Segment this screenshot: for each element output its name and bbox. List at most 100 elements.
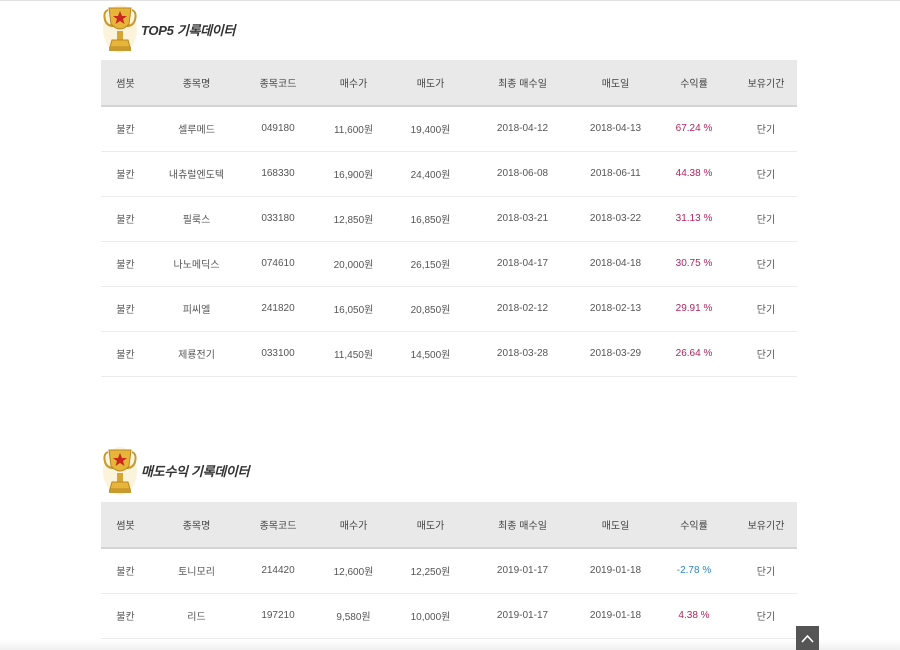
cell-return: 4.38 %: [678, 610, 710, 621]
cell-name: 나노메딕스: [173, 260, 220, 271]
table-row: 불칸 제룡전기 033100 11,450원 14,500원 2018-03-2…: [101, 331, 797, 376]
cell-period: 단기: [756, 125, 776, 137]
cell-code: 241820: [261, 303, 295, 314]
cell-last-buy-date: 2019-01-17: [496, 610, 549, 621]
top-divider: [0, 0, 900, 1]
cell-code: 197210: [261, 610, 295, 621]
col-header-bot: 썸봇: [101, 60, 150, 107]
sell-profit-table: 썸봇 종목명 종목코드 매수가 매도가 최종 매수일 매도일 수익률 보유기간 …: [101, 502, 797, 639]
cell-buy-price: 12,850원: [333, 215, 374, 226]
cell-name: 리드: [187, 612, 206, 623]
cell-period: 단기: [756, 350, 776, 361]
cell-code: 214420: [261, 565, 295, 577]
cell-sell-price: 16,850원: [410, 215, 451, 226]
cell-period: 단기: [756, 170, 776, 181]
cell-return: -2.78 %: [676, 565, 712, 577]
cell-name: 필룩스: [182, 215, 211, 226]
cell-return: 26.64 %: [675, 348, 713, 359]
table-row: 불칸 나노메딕스 074610 20,000원 26,150원 2018-04-…: [101, 241, 797, 286]
cell-return: 67.24 %: [675, 123, 713, 135]
cell-sell-date: 2018-03-29: [589, 348, 642, 359]
sell-profit-section: 매도수익 기록데이터 썸봇 종목명 종목코드 매수가 매도가 최종 매수일 매도…: [101, 444, 797, 639]
cell-last-buy-date: 2018-04-17: [496, 258, 549, 269]
top5-table: 썸봇 종목명 종목코드 매수가 매도가 최종 매수일 매도일 수익률 보유기간 …: [101, 60, 797, 377]
cell-return: 31.13 %: [675, 213, 713, 224]
cell-buy-price: 12,600원: [333, 567, 374, 579]
col-header-sell-price: 매도가: [394, 60, 467, 107]
cell-last-buy-date: 2019-01-17: [496, 565, 549, 577]
cell-code: 168330: [261, 168, 295, 179]
cell-bot: 불칸: [116, 612, 135, 623]
col-header-code: 종목코드: [243, 60, 313, 107]
cell-bot: 불칸: [116, 305, 135, 316]
cell-buy-price: 16,050원: [333, 305, 374, 316]
cell-last-buy-date: 2018-06-08: [496, 168, 549, 179]
cell-code: 049180: [261, 123, 295, 135]
table-header-row: 썸봇 종목명 종목코드 매수가 매도가 최종 매수일 매도일 수익률 보유기간: [101, 502, 797, 549]
cell-sell-price: 19,400원: [410, 125, 451, 137]
cell-sell-date: 2019-01-18: [589, 610, 642, 621]
cell-sell-date: 2018-03-22: [589, 213, 642, 224]
cell-buy-price: 16,900원: [333, 170, 374, 181]
cell-sell-date: 2018-04-18: [589, 258, 642, 269]
trophy-icon: [103, 5, 137, 53]
cell-sell-price: 12,250원: [410, 567, 451, 579]
table-row: 불칸 피씨엘 241820 16,050원 20,850원 2018-02-12…: [101, 286, 797, 331]
cell-code: 033100: [261, 348, 295, 359]
chevron-up-icon: [801, 634, 814, 643]
trophy-icon: [103, 447, 137, 495]
col-header-buy-price: 매수가: [313, 60, 394, 107]
cell-last-buy-date: 2018-03-21: [496, 213, 549, 224]
cell-name: 제룡전기: [178, 350, 215, 361]
scroll-to-top-button[interactable]: [796, 626, 819, 650]
col-header-code: 종목코드: [243, 502, 313, 549]
top5-section: TOP5 기록데이터 썸봇 종목명 종목코드 매수가 매도가 최종 매수일 매도…: [101, 2, 797, 377]
cell-period: 단기: [756, 612, 776, 623]
col-header-name: 종목명: [150, 502, 243, 549]
col-header-buy-price: 매수가: [313, 502, 394, 549]
cell-return: 44.38 %: [675, 168, 713, 179]
cell-bot: 불칸: [116, 350, 135, 361]
col-header-sell-date: 매도일: [578, 502, 653, 549]
col-header-name: 종목명: [150, 60, 243, 107]
section-header: TOP5 기록데이터: [101, 2, 797, 60]
cell-period: 단기: [756, 567, 776, 579]
cell-period: 단기: [756, 215, 776, 226]
section-title: 매도수익 기록데이터: [141, 464, 250, 479]
col-header-last-buy-date: 최종 매수일: [467, 502, 578, 549]
cell-sell-date: 2018-04-13: [589, 123, 642, 135]
table-row: 불칸 필룩스 033180 12,850원 16,850원 2018-03-21…: [101, 196, 797, 241]
cell-name: 내츄럴엔도텍: [168, 170, 225, 181]
col-header-return: 수익률: [653, 60, 735, 107]
cell-period: 단기: [756, 260, 776, 271]
cell-sell-price: 24,400원: [410, 170, 451, 181]
col-header-period: 보유기간: [735, 60, 797, 107]
cell-name: 토니모리: [178, 567, 215, 579]
cell-buy-price: 11,450원: [333, 350, 374, 361]
cell-sell-price: 26,150원: [410, 260, 451, 271]
cell-bot: 불칸: [116, 125, 135, 137]
cell-sell-date: 2018-02-13: [589, 303, 642, 314]
section-title: TOP5 기록데이터: [141, 23, 236, 38]
cell-name: 셀루메드: [178, 125, 215, 137]
cell-bot: 불칸: [116, 567, 135, 579]
cell-sell-price: 14,500원: [410, 350, 451, 361]
bottom-fade: [0, 640, 900, 650]
cell-bot: 불칸: [116, 170, 135, 181]
cell-sell-price: 20,850원: [410, 305, 451, 316]
cell-sell-date: 2018-06-11: [590, 168, 641, 179]
cell-last-buy-date: 2018-03-28: [496, 348, 549, 359]
cell-return: 30.75 %: [675, 258, 713, 269]
col-header-sell-date: 매도일: [578, 60, 653, 107]
col-header-last-buy-date: 최종 매수일: [467, 60, 578, 107]
cell-bot: 불칸: [116, 260, 135, 271]
cell-return: 29.91 %: [675, 303, 713, 314]
col-header-sell-price: 매도가: [394, 502, 467, 549]
table-row: 불칸 셀루메드 049180 11,600원 19,400원 2018-04-1…: [101, 106, 797, 151]
cell-last-buy-date: 2018-04-12: [496, 123, 549, 135]
col-header-return: 수익률: [653, 502, 735, 549]
cell-sell-price: 10,000원: [410, 612, 451, 623]
table-row: 불칸 내츄럴엔도텍 168330 16,900원 24,400원 2018-06…: [101, 151, 797, 196]
cell-buy-price: 9,580원: [336, 612, 371, 623]
cell-code: 033180: [261, 213, 295, 224]
